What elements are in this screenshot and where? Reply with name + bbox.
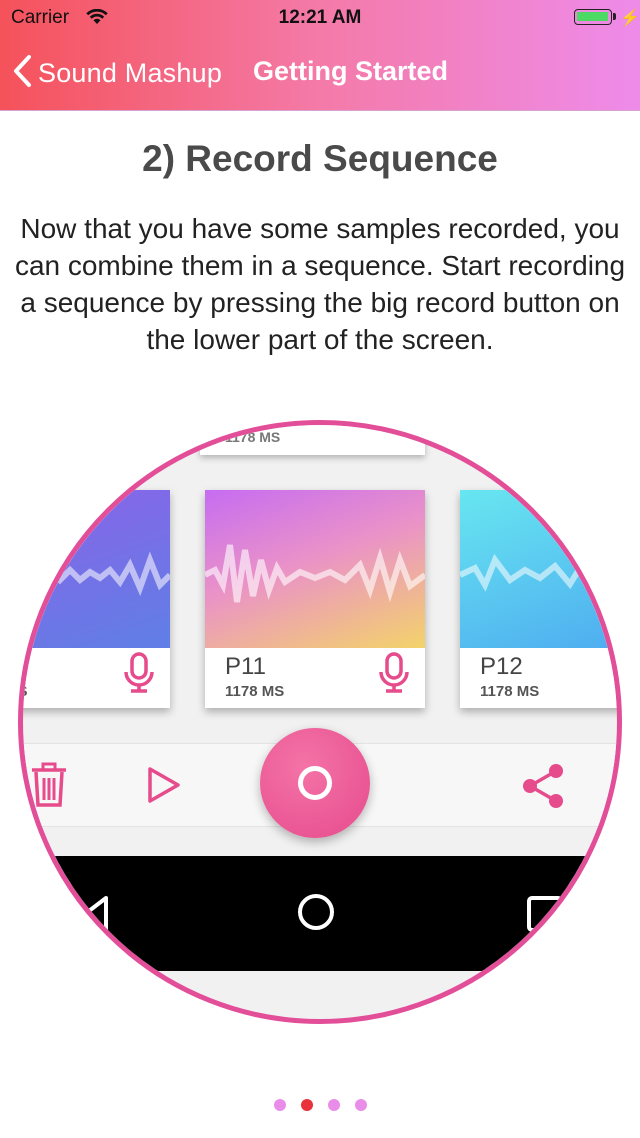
- waveform-icon: [23, 551, 170, 597]
- chevron-left-icon: [12, 54, 32, 93]
- sample-name: P11: [225, 653, 266, 680]
- sample-card: P12 1178 MS: [460, 490, 617, 708]
- instruction-text: Now that you have some samples recorded,…: [14, 213, 626, 355]
- sample-duration: 1178 MS: [225, 683, 285, 700]
- page-heading: 2) Record Sequence: [142, 138, 498, 179]
- record-icon: [298, 766, 332, 800]
- sample-card: P11 1178 MS: [205, 490, 425, 708]
- navigation-bar: Sound Mashup Getting Started: [0, 40, 640, 108]
- page-dot-active[interactable]: [300, 1099, 313, 1111]
- page-dot[interactable]: [273, 1099, 286, 1111]
- waveform-icon: [205, 544, 425, 603]
- android-back-icon[interactable]: [80, 894, 110, 939]
- page-dot[interactable]: [327, 1099, 340, 1111]
- charging-icon: ⚡: [620, 10, 640, 27]
- microphone-icon: [122, 652, 156, 699]
- waveform-art: [23, 490, 170, 648]
- record-button[interactable]: [260, 728, 370, 838]
- sample-name: P12: [480, 653, 523, 680]
- page-dot[interactable]: [354, 1099, 367, 1111]
- battery-tip: [613, 13, 616, 20]
- partial-sample-card: 1178 MS: [200, 425, 425, 455]
- waveform-icon: [460, 543, 617, 599]
- battery-icon: [574, 9, 612, 25]
- android-recents-icon[interactable]: [525, 894, 565, 939]
- nav-title: Getting Started: [253, 56, 449, 86]
- microphone-icon: [377, 652, 411, 699]
- waveform-art: [460, 490, 617, 648]
- page-indicator[interactable]: [0, 1099, 640, 1111]
- back-label: Sound Mashup: [38, 58, 223, 88]
- trash-icon[interactable]: [30, 762, 68, 813]
- tutorial-illustration: 1178 MS MS P11 1178 MS P12: [18, 420, 622, 1024]
- android-home-icon[interactable]: [296, 892, 336, 937]
- play-icon[interactable]: [146, 766, 182, 809]
- sample-duration: MS: [18, 683, 28, 700]
- back-button[interactable]: Sound Mashup: [12, 54, 222, 93]
- sample-duration: 1178 MS: [225, 429, 281, 445]
- android-navigation-bar: [23, 856, 617, 971]
- sample-duration: 1178 MS: [480, 683, 540, 700]
- waveform-art: [205, 490, 425, 648]
- clock: 12:21 AM: [278, 7, 362, 28]
- top-bar: Carrier 12:21 AM ⚡ Sound Mashup Getting …: [0, 0, 640, 111]
- sample-card: MS: [18, 490, 170, 708]
- status-bar: Carrier 12:21 AM ⚡: [0, 0, 640, 36]
- share-icon[interactable]: [520, 762, 566, 815]
